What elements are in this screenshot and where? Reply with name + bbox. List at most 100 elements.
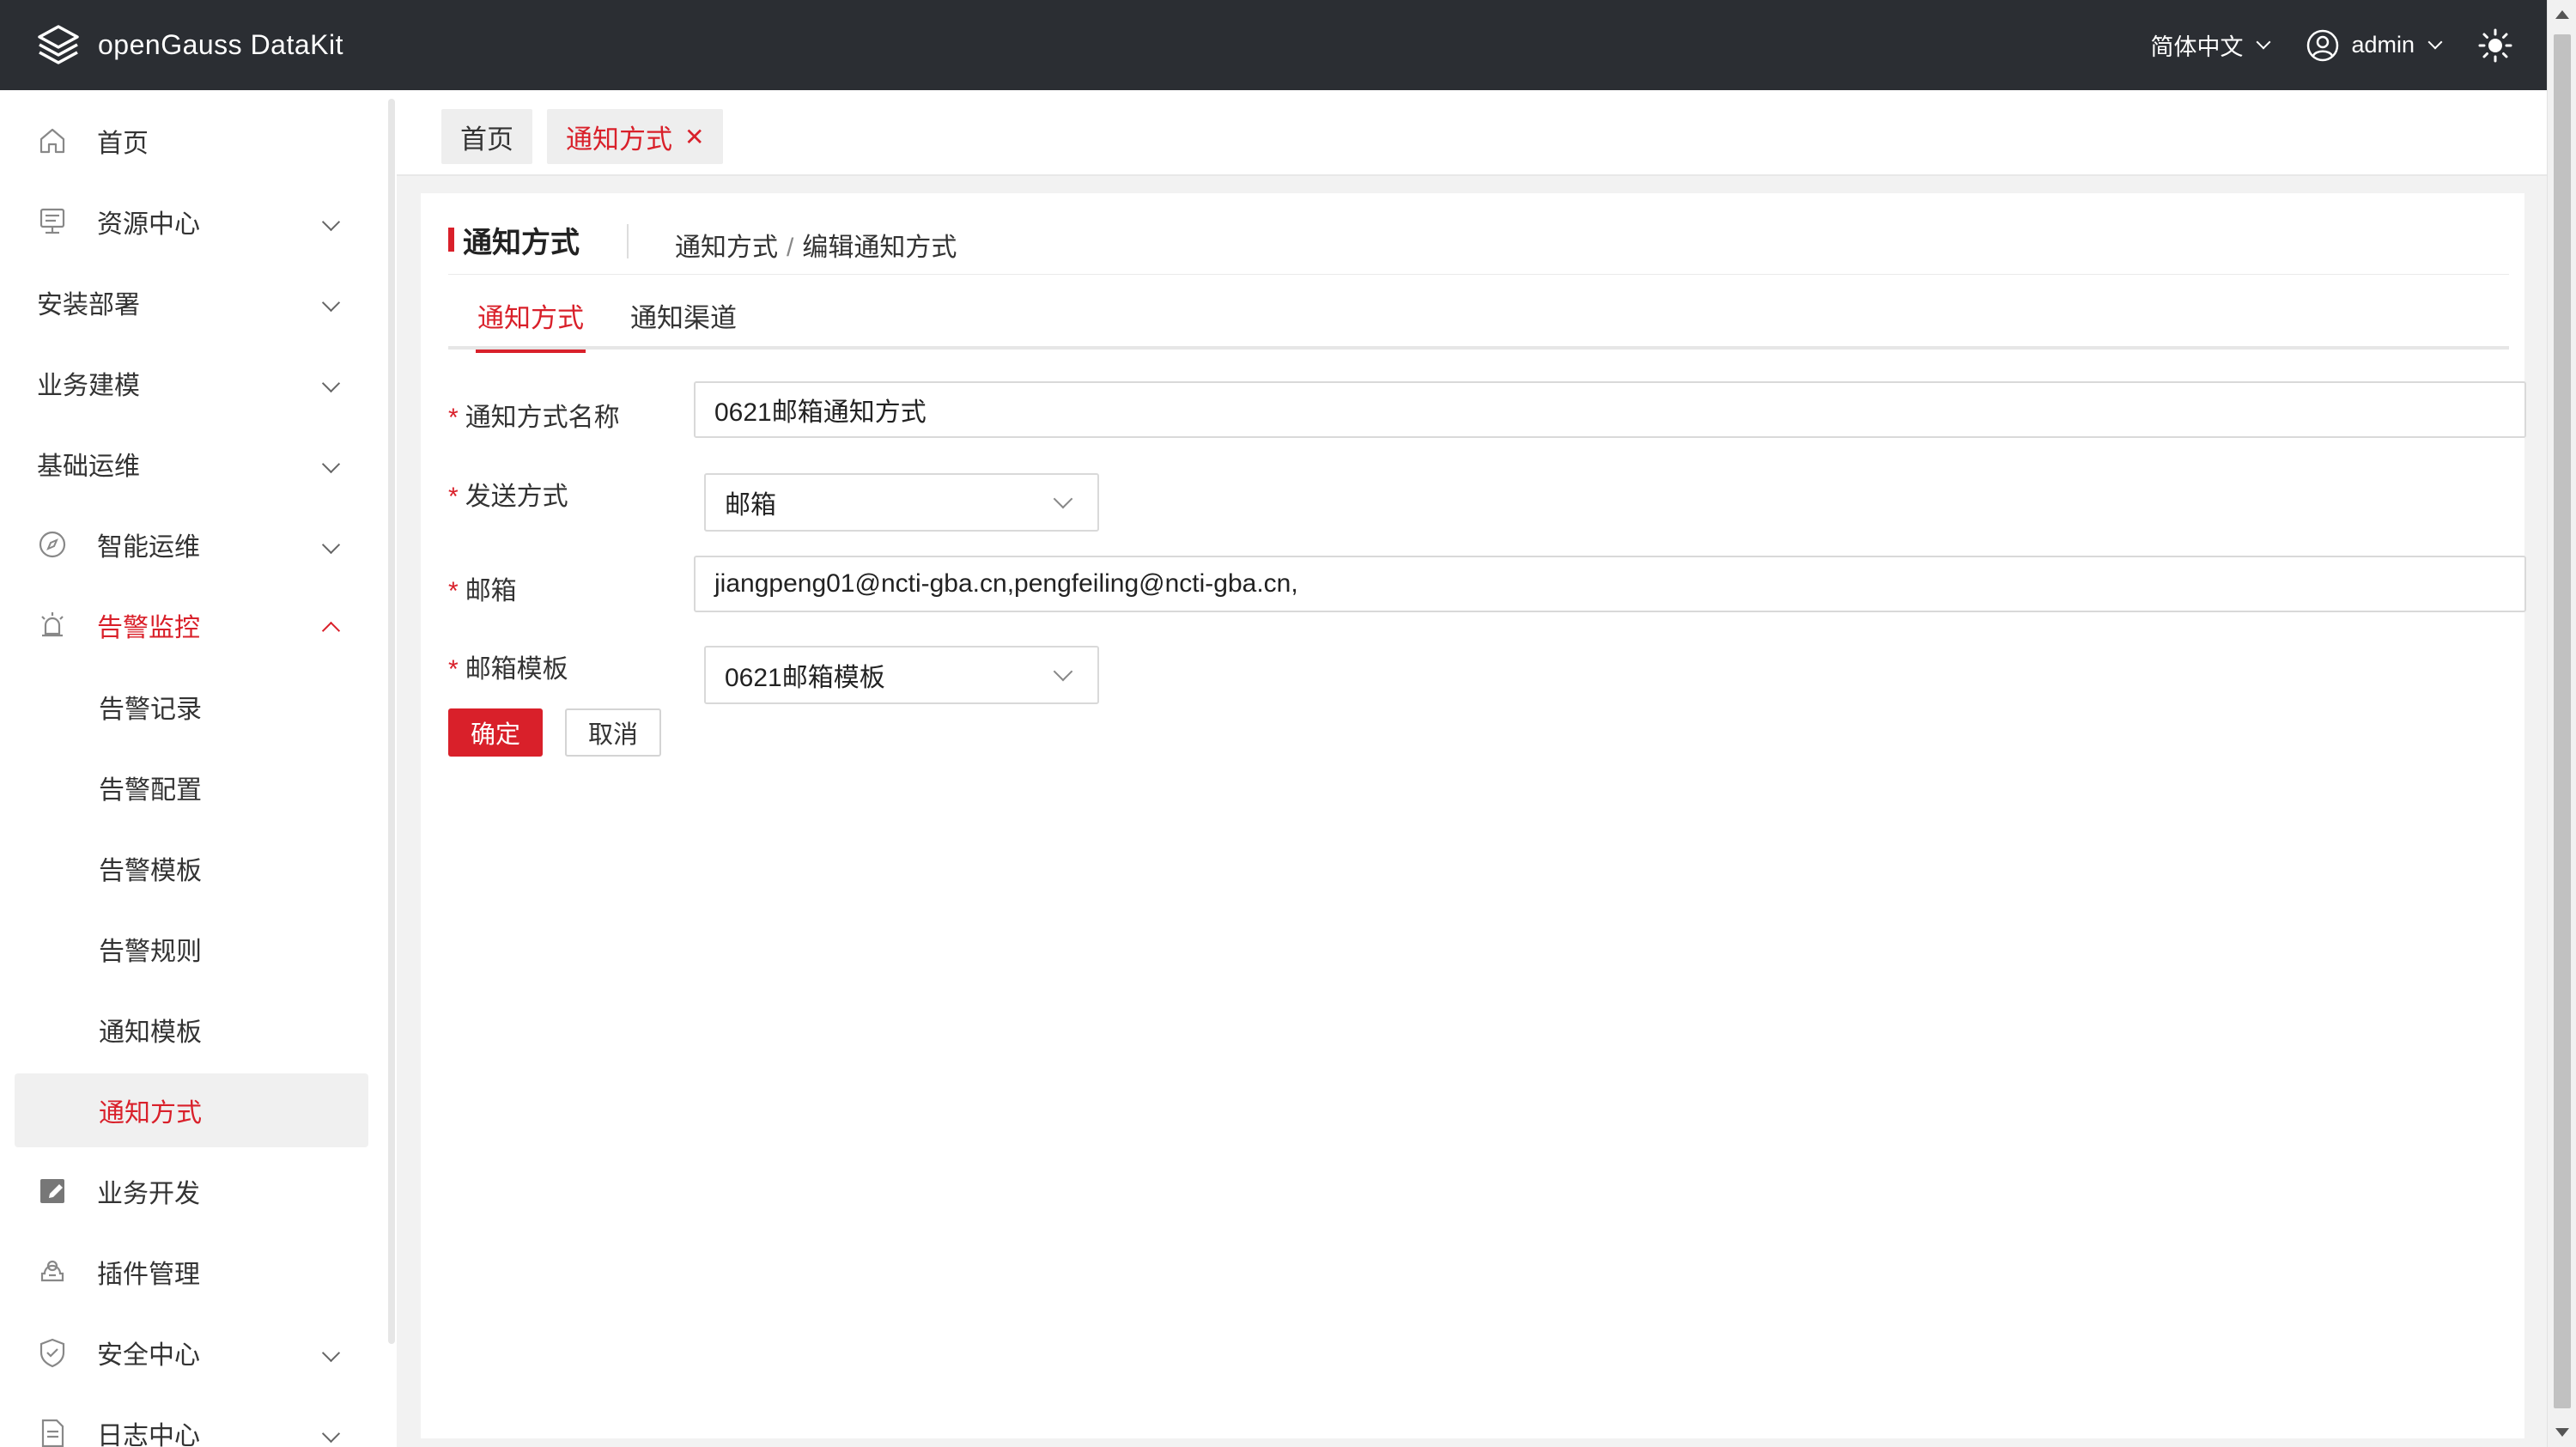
sub-tabs: 通知方式 通知渠道 [448,296,2509,353]
language-selector[interactable]: 简体中文 [2150,28,2271,62]
email-template-label: * 邮箱模板 [448,655,568,684]
email-label: * 邮箱 [448,577,517,605]
tab-label: 通知方式 [566,124,672,155]
title-accent-bar [448,228,454,252]
name-input[interactable]: 0621邮箱通知方式 [694,381,2526,438]
sidebar-item-label: 告警规则 [99,938,202,966]
sidebar-item-alarm-monitor[interactable]: 告警监控 [15,588,368,662]
alarm-icon [35,608,70,642]
language-label: 简体中文 [2150,34,2244,60]
header-divider [627,224,629,258]
chevron-down-icon [1053,489,1073,509]
plugin-icon [35,1255,70,1289]
name-label: * 通知方式名称 [448,404,620,432]
edit-icon [35,1174,70,1208]
user-icon [2307,29,2339,61]
sidebar-item-label: 基础运维 [37,453,140,481]
sidebar-item-alarm-rules[interactable]: 告警规则 [15,912,368,986]
chevron-down-icon [321,1343,341,1363]
tab-home[interactable]: 首页 [441,109,532,164]
breadcrumb-current: 编辑通知方式 [802,234,957,262]
chevron-down-icon [2427,34,2443,49]
sidebar-item-business-modeling[interactable]: 业务建模 [15,346,368,420]
logo-icon [38,24,79,64]
shield-icon [35,1335,70,1370]
username: admin [2351,32,2415,58]
chevron-up-icon [321,621,341,641]
sidebar-item-label: 智能运维 [97,533,200,562]
close-icon[interactable]: ✕ [684,123,704,151]
sidebar-item-label: 安装部署 [37,291,140,319]
sidebar-item-label: 告警配置 [99,776,202,805]
sidebar-item-alarm-config[interactable]: 告警配置 [15,751,368,824]
compass-icon [35,527,70,562]
chevron-down-icon [321,374,341,393]
theme-sun-icon[interactable] [2478,28,2512,63]
sidebar-item-alarm-templates[interactable]: 告警模板 [15,831,368,905]
chevron-down-icon [321,293,341,313]
sidebar-item-label: 首页 [97,130,149,158]
send-method-select[interactable]: 邮箱 [704,473,1099,532]
tab-label: 首页 [460,124,513,155]
page-scrollbar[interactable] [2547,0,2576,1447]
sidebar-item-label: 插件管理 [97,1261,200,1289]
server-icon [35,204,70,239]
sidebar: 首页 资源中心 安装部署 业务建模 基础运维 智能运维 告警监控 告警记录 告警… [0,90,397,1447]
app-title: openGauss DataKit [98,29,343,60]
sidebar-item-home[interactable]: 首页 [15,104,368,178]
sidebar-item-label: 通知方式 [99,1099,202,1128]
log-icon [35,1416,70,1447]
sidebar-item-security-center[interactable]: 安全中心 [15,1316,368,1389]
scroll-down-arrow-icon[interactable] [2555,1428,2569,1437]
sidebar-scrollbar[interactable] [388,99,395,1344]
chevron-down-icon [321,454,341,474]
sidebar-item-notify-templates[interactable]: 通知模板 [15,993,368,1067]
sidebar-item-smart-ops[interactable]: 智能运维 [15,508,368,581]
sidebar-item-label: 资源中心 [97,210,200,239]
sidebar-item-notify-methods[interactable]: 通知方式 [15,1073,368,1147]
sidebar-item-label: 告警记录 [99,696,202,724]
tab-notify-method[interactable]: 通知方式 [476,296,586,353]
sidebar-item-label: 通知模板 [99,1018,202,1047]
send-method-value: 邮箱 [725,491,776,520]
cancel-button[interactable]: 取消 [565,708,661,757]
sidebar-item-label: 业务建模 [37,372,140,400]
page-title: 通知方式 [463,226,580,259]
sidebar-item-label: 日志中心 [97,1422,200,1447]
sidebar-item-log-center[interactable]: 日志中心 [15,1396,368,1447]
chevron-down-icon [321,212,341,232]
user-menu[interactable]: admin [2306,29,2443,62]
sidebar-item-plugin-management[interactable]: 插件管理 [15,1235,368,1309]
sidebar-item-label: 告警模板 [99,857,202,885]
chevron-down-icon [321,535,341,555]
top-bar: openGauss DataKit 简体中文 admin [0,0,2547,90]
scrollbar-thumb[interactable] [2554,34,2571,1408]
logo[interactable]: openGauss DataKit [34,21,343,70]
sidebar-item-business-dev[interactable]: 业务开发 [15,1154,368,1228]
divider [448,274,2509,275]
sidebar-item-install-deploy[interactable]: 安装部署 [15,265,368,339]
sidebar-item-label: 业务开发 [97,1180,200,1208]
email-template-value: 0621邮箱模板 [725,664,885,692]
sidebar-item-resource-center[interactable]: 资源中心 [15,185,368,258]
sidebar-item-alarm-records[interactable]: 告警记录 [15,670,368,744]
tab-notify-method[interactable]: 通知方式 ✕ [547,109,724,164]
sidebar-item-label: 告警监控 [97,614,200,642]
home-icon [35,124,70,158]
main-card: 通知方式 通知方式 / 编辑通知方式 通知方式 通知渠道 * 通知方式名称 0621邮… [421,193,2526,1438]
chevron-down-icon [2256,34,2271,49]
breadcrumb-item[interactable]: 通知方式 [675,234,778,262]
breadcrumb-separator: / [787,234,794,262]
breadcrumb: 通知方式 / 编辑通知方式 [675,226,957,264]
chevron-down-icon [321,1424,341,1444]
open-tabs-bar: 首页 通知方式 ✕ [397,90,2547,176]
sidebar-item-basic-ops[interactable]: 基础运维 [15,427,368,501]
scroll-up-arrow-icon[interactable] [2555,10,2569,19]
chevron-down-icon [1053,661,1073,682]
tab-notify-channel[interactable]: 通知渠道 [630,296,737,350]
email-input[interactable]: jiangpeng01@ncti-gba.cn,pengfeiling@ncti… [694,556,2526,612]
confirm-button[interactable]: 确定 [448,708,543,757]
email-template-select[interactable]: 0621邮箱模板 [704,646,1099,704]
send-method-label: * 发送方式 [448,483,568,511]
page-header: 通知方式 [448,216,580,264]
